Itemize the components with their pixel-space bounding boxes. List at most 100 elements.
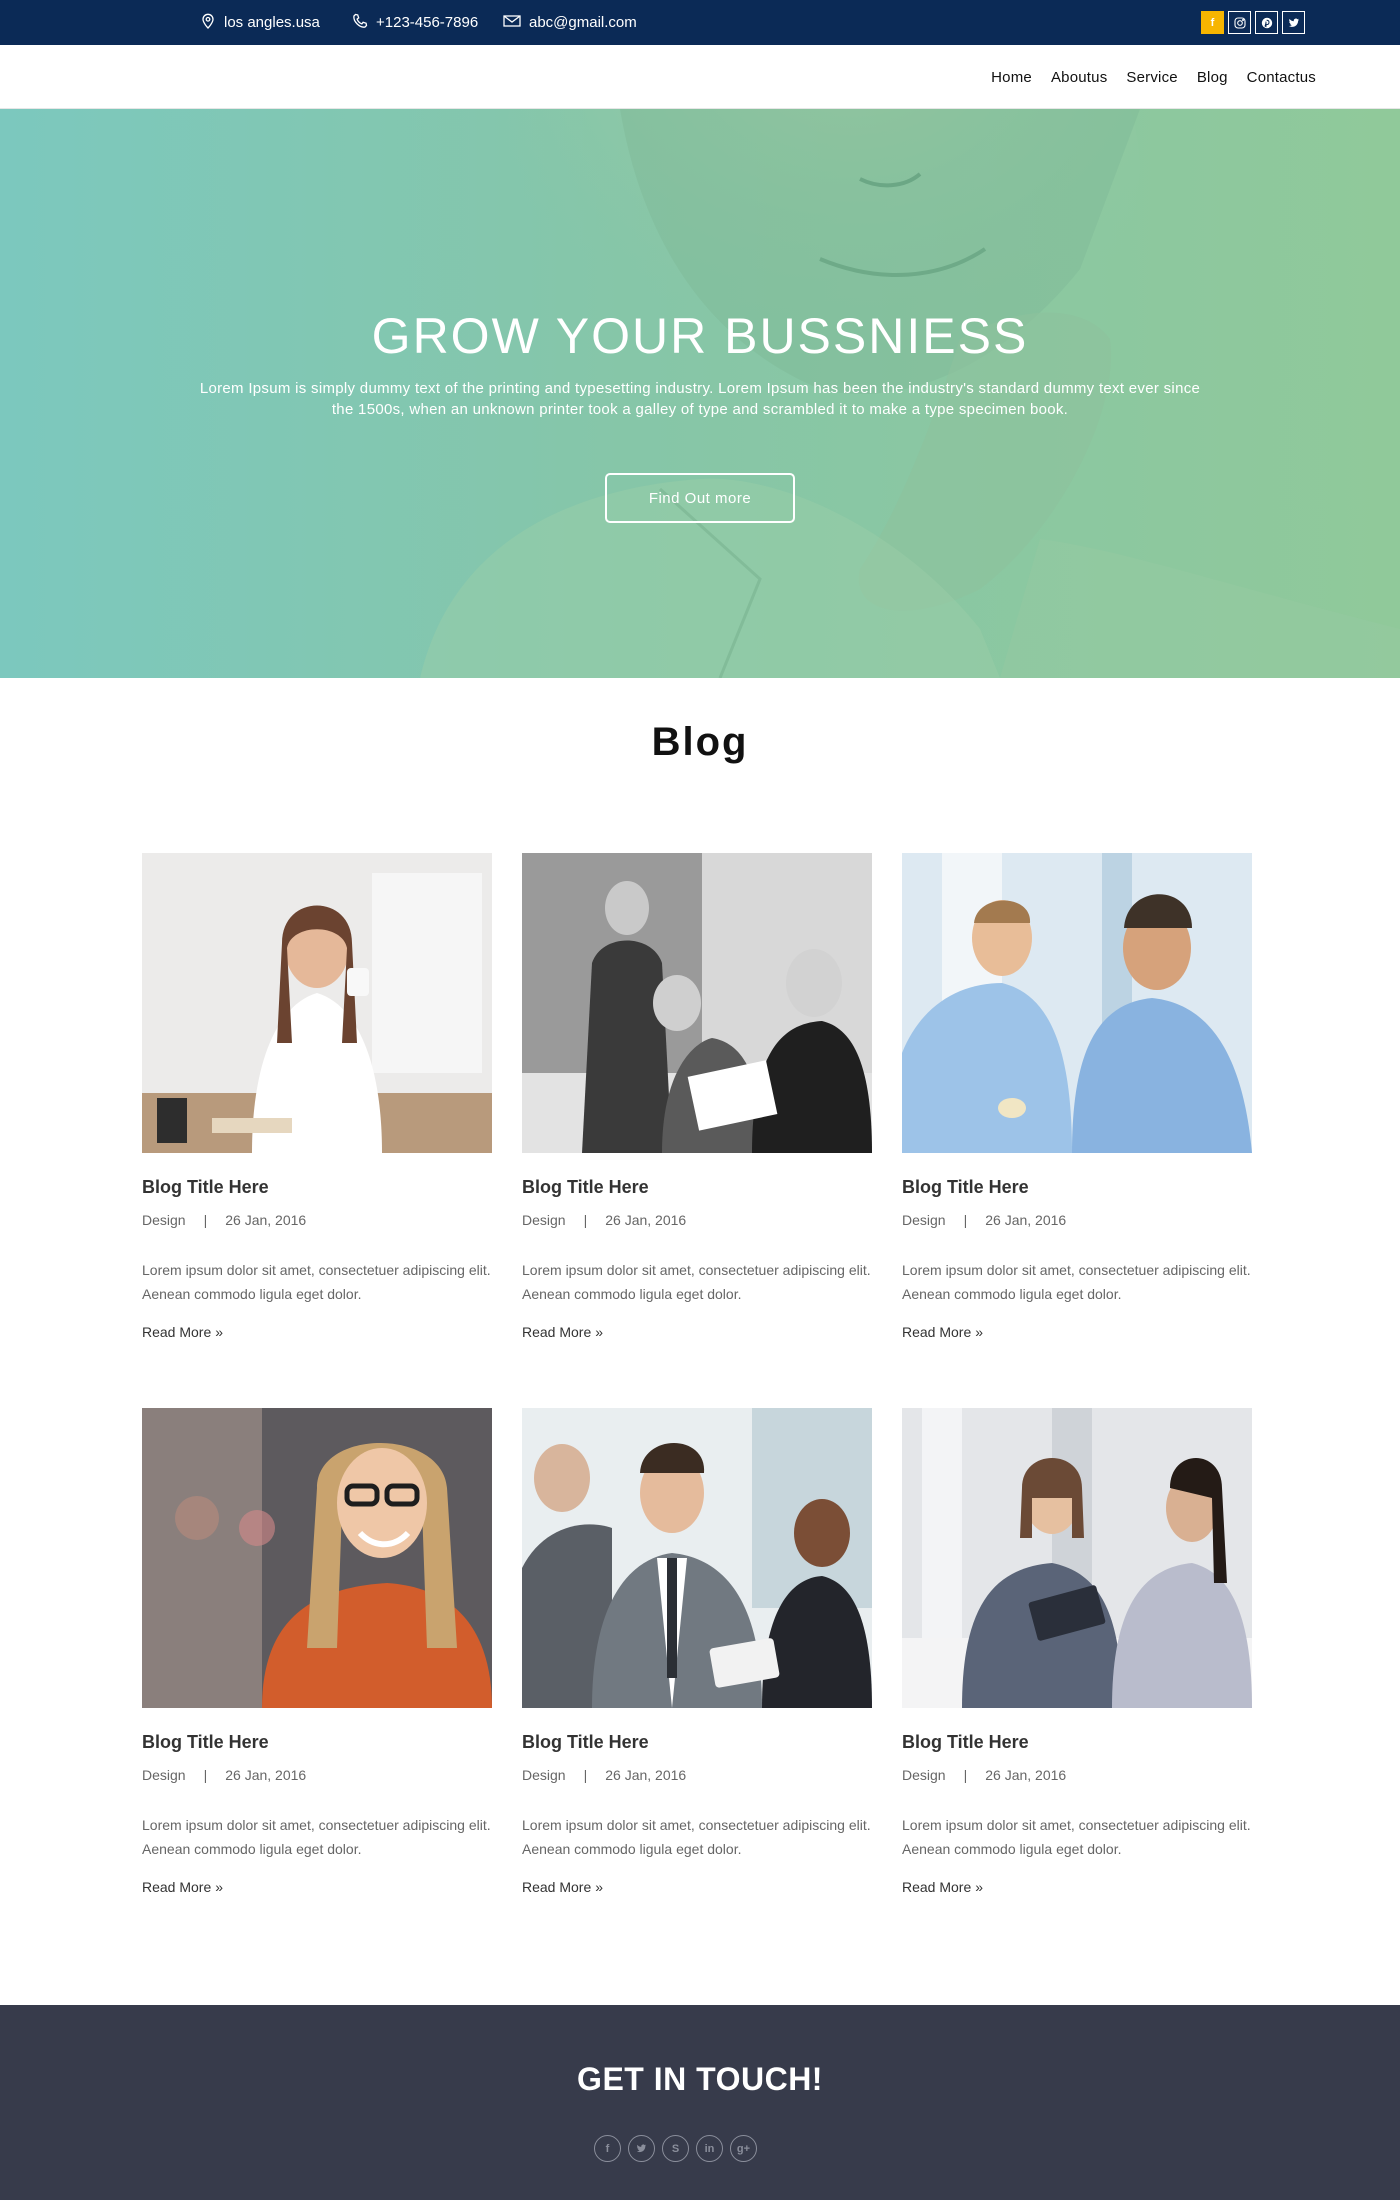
blog-card-meta: Design | 26 Jan, 2016 [142, 1767, 492, 1783]
email-text: abc@gmail.com [529, 14, 637, 31]
blog-card-excerpt: Lorem ipsum dolor sit amet, consectetuer… [902, 1262, 1251, 1302]
facebook-icon[interactable]: f [1201, 11, 1224, 34]
blog-card-category[interactable]: Design [902, 1767, 946, 1783]
blog-card: Blog Title Here Design | 26 Jan, 2016 Lo… [142, 1408, 492, 1895]
read-more-label: Read More [522, 1879, 592, 1895]
skype-icon[interactable]: S [662, 2135, 689, 2162]
blog-card-category[interactable]: Design [902, 1212, 946, 1228]
blog-section-title: Blog [651, 720, 749, 764]
blog-card-category[interactable]: Design [142, 1212, 186, 1228]
read-more-label: Read More [142, 1324, 212, 1340]
blog-card-image[interactable] [902, 853, 1252, 1153]
hero-description: Lorem Ipsum is simply dummy text of the … [199, 380, 1201, 418]
hero-title: GROW YOUR BUSSNIESS [371, 308, 1029, 364]
nav-service[interactable]: Service [1126, 69, 1177, 86]
footer: GET IN TOUCH! f S in g+ [0, 2005, 1400, 2200]
read-more-link[interactable]: Read More » [142, 1324, 492, 1340]
read-more-link[interactable]: Read More » [522, 1879, 872, 1895]
twitter-icon[interactable] [1282, 11, 1305, 34]
double-chevron-right-icon: » [215, 1879, 224, 1895]
blog-card-excerpt: Lorem ipsum dolor sit amet, consectetuer… [142, 1262, 491, 1302]
nav-blog[interactable]: Blog [1197, 69, 1228, 86]
meta-separator: | [963, 1212, 968, 1228]
blog-card: Blog Title Here Design | 26 Jan, 2016 Lo… [522, 1408, 872, 1895]
twitter-icon[interactable] [628, 2135, 655, 2162]
nav-home[interactable]: Home [991, 69, 1032, 86]
blog-card-image[interactable] [142, 1408, 492, 1708]
blog-card-image[interactable] [522, 853, 872, 1153]
blog-card: Blog Title Here Design | 26 Jan, 2016 Lo… [902, 853, 1252, 1340]
nav-contactus[interactable]: Contactus [1247, 69, 1316, 86]
blog-card-date: 26 Jan, 2016 [605, 1767, 687, 1783]
double-chevron-right-icon: » [595, 1879, 604, 1895]
read-more-link[interactable]: Read More » [902, 1879, 1252, 1895]
blog-card-title[interactable]: Blog Title Here [142, 1177, 492, 1198]
meta-separator: | [203, 1212, 208, 1228]
blog-card-image[interactable] [142, 853, 492, 1153]
blog-card-category[interactable]: Design [142, 1767, 186, 1783]
meta-separator: | [583, 1767, 588, 1783]
double-chevron-right-icon: » [975, 1324, 984, 1340]
map-pin-icon [200, 13, 216, 33]
blog-card-excerpt: Lorem ipsum dolor sit amet, consectetuer… [142, 1817, 491, 1857]
read-more-link[interactable]: Read More » [142, 1879, 492, 1895]
envelope-icon [503, 13, 521, 33]
top-social-links: f [1201, 11, 1305, 34]
phone-text: +123-456-7896 [376, 14, 479, 31]
footer-title: GET IN TOUCH! [577, 2061, 823, 2097]
phone-info[interactable]: +123-456-7896 [352, 0, 478, 45]
blog-card-excerpt: Lorem ipsum dolor sit amet, consectetuer… [522, 1262, 871, 1302]
blog-card-date: 26 Jan, 2016 [225, 1212, 307, 1228]
read-more-link[interactable]: Read More » [902, 1324, 1252, 1340]
double-chevron-right-icon: » [595, 1324, 604, 1340]
email-info[interactable]: abc@gmail.com [503, 0, 637, 45]
double-chevron-right-icon: » [215, 1324, 224, 1340]
pinterest-icon[interactable] [1255, 11, 1278, 34]
blog-card-date: 26 Jan, 2016 [985, 1212, 1067, 1228]
blog-card-title[interactable]: Blog Title Here [522, 1732, 872, 1753]
blog-card-date: 26 Jan, 2016 [225, 1767, 307, 1783]
double-chevron-right-icon: » [975, 1879, 984, 1895]
blog-card-image[interactable] [902, 1408, 1252, 1708]
blog-card-excerpt: Lorem ipsum dolor sit amet, consectetuer… [522, 1817, 871, 1857]
blog-card-title[interactable]: Blog Title Here [142, 1732, 492, 1753]
blog-card: Blog Title Here Design | 26 Jan, 2016 Lo… [902, 1408, 1252, 1895]
blog-card-meta: Design | 26 Jan, 2016 [142, 1212, 492, 1228]
location-info: los angles.usa [200, 0, 320, 45]
find-out-more-button[interactable]: Find Out more [605, 473, 795, 523]
blog-card-date: 26 Jan, 2016 [605, 1212, 687, 1228]
meta-separator: | [583, 1212, 588, 1228]
meta-separator: | [963, 1767, 968, 1783]
hero-banner: GROW YOUR BUSSNIESS Lorem Ipsum is simpl… [0, 109, 1400, 678]
google-plus-icon[interactable]: g+ [730, 2135, 757, 2162]
blog-card-category[interactable]: Design [522, 1212, 566, 1228]
top-contact-bar: los angles.usa +123-456-7896 abc@gmail.c… [0, 0, 1400, 45]
read-more-label: Read More [142, 1879, 212, 1895]
blog-card-meta: Design | 26 Jan, 2016 [902, 1212, 1252, 1228]
main-navbar: Home Aboutus Service Blog Contactus [0, 45, 1400, 109]
footer-social-links: f S in g+ [594, 2135, 757, 2162]
blog-card-title[interactable]: Blog Title Here [902, 1177, 1252, 1198]
nav-aboutus[interactable]: Aboutus [1051, 69, 1107, 86]
blog-card-image[interactable] [522, 1408, 872, 1708]
blog-card-meta: Design | 26 Jan, 2016 [522, 1212, 872, 1228]
read-more-link[interactable]: Read More » [522, 1324, 872, 1340]
blog-card-title[interactable]: Blog Title Here [522, 1177, 872, 1198]
blog-card-excerpt: Lorem ipsum dolor sit amet, consectetuer… [902, 1817, 1251, 1857]
blog-card-meta: Design | 26 Jan, 2016 [522, 1767, 872, 1783]
linkedin-icon[interactable]: in [696, 2135, 723, 2162]
facebook-icon[interactable]: f [594, 2135, 621, 2162]
read-more-label: Read More [902, 1879, 972, 1895]
nav-links: Home Aboutus Service Blog Contactus [991, 45, 1316, 109]
blog-card: Blog Title Here Design | 26 Jan, 2016 Lo… [142, 853, 492, 1340]
meta-separator: | [203, 1767, 208, 1783]
blog-card: Blog Title Here Design | 26 Jan, 2016 Lo… [522, 853, 872, 1340]
blog-card-meta: Design | 26 Jan, 2016 [902, 1767, 1252, 1783]
blog-card-title[interactable]: Blog Title Here [902, 1732, 1252, 1753]
phone-icon [352, 13, 368, 33]
blog-card-date: 26 Jan, 2016 [985, 1767, 1067, 1783]
read-more-label: Read More [902, 1324, 972, 1340]
location-text: los angles.usa [224, 14, 320, 31]
instagram-icon[interactable] [1228, 11, 1251, 34]
blog-card-category[interactable]: Design [522, 1767, 566, 1783]
